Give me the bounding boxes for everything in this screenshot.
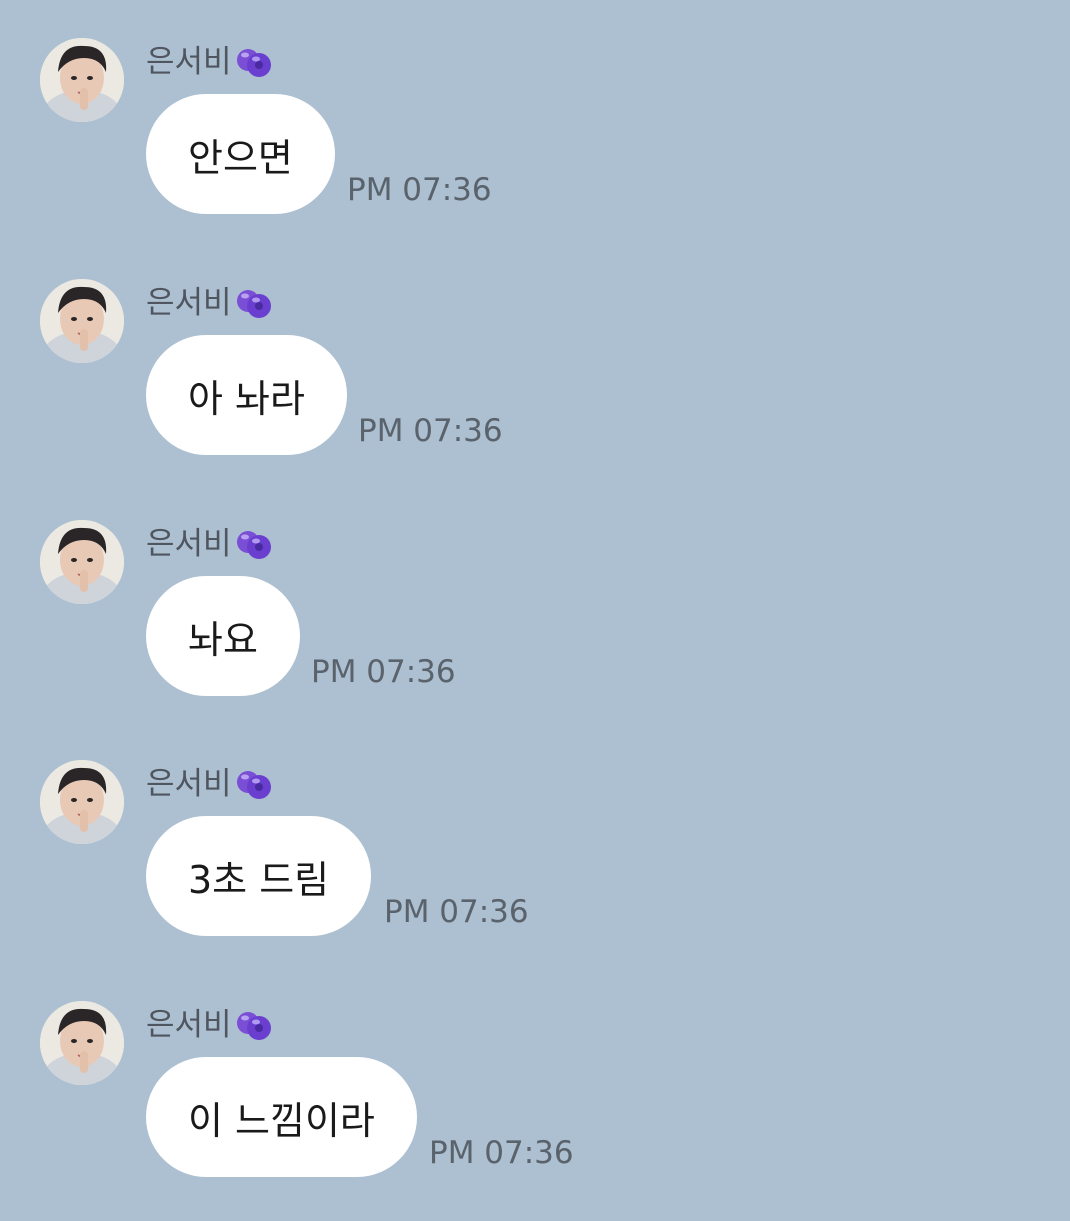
sender-header: 은서비: [146, 1005, 274, 1045]
sender-header: 은서비: [146, 764, 274, 804]
sender-name: 은서비: [146, 766, 232, 802]
blueberry-icon: [236, 531, 271, 559]
message-row: 은서비 이 느낌이라 PM 07:36: [0, 1001, 1070, 1221]
blueberry-icon: [236, 49, 271, 77]
blueberry-icon: [236, 290, 271, 318]
message-timestamp: PM 07:36: [358, 413, 503, 449]
avatar[interactable]: [40, 38, 124, 122]
message-text: 이 느낌이라: [188, 1098, 375, 1143]
sender-name: 은서비: [146, 526, 232, 562]
avatar[interactable]: [40, 1001, 124, 1085]
sender-name: 은서비: [146, 44, 232, 80]
blueberry-icon: [236, 771, 271, 799]
avatar[interactable]: [40, 520, 124, 604]
message-text: 놔요: [188, 617, 258, 662]
message-bubble[interactable]: 안으면: [146, 94, 335, 214]
avatar[interactable]: [40, 279, 124, 363]
message-timestamp: PM 07:36: [384, 894, 529, 930]
message-bubble[interactable]: 아 놔라: [146, 335, 347, 455]
message-text: 안으면: [188, 135, 293, 180]
message-bubble[interactable]: 3초 드림: [146, 816, 372, 936]
blueberry-icon: [236, 1012, 271, 1040]
avatar[interactable]: [40, 760, 124, 844]
message-row: 은서비 아 놔라 PM 07:36: [0, 279, 1070, 499]
message-timestamp: PM 07:36: [347, 172, 492, 208]
sender-header: 은서비: [146, 524, 274, 564]
sender-name: 은서비: [146, 1007, 232, 1043]
chat-view: 은서비 안으면 PM 07:36 은서비 아 놔라 PM 07:36 은서비 놔…: [0, 0, 1070, 1200]
message-row: 은서비 안으면 PM 07:36: [0, 38, 1070, 258]
sender-header: 은서비: [146, 42, 274, 82]
sender-name: 은서비: [146, 285, 232, 321]
sender-header: 은서비: [146, 283, 274, 323]
message-text: 3초 드림: [188, 857, 330, 902]
message-text: 아 놔라: [188, 376, 305, 421]
message-row: 은서비 놔요 PM 07:36: [0, 520, 1070, 740]
message-row: 은서비 3초 드림 PM 07:36: [0, 760, 1070, 980]
message-bubble[interactable]: 놔요: [146, 576, 300, 696]
message-bubble[interactable]: 이 느낌이라: [146, 1057, 417, 1177]
message-timestamp: PM 07:36: [429, 1135, 574, 1171]
message-timestamp: PM 07:36: [311, 654, 456, 690]
